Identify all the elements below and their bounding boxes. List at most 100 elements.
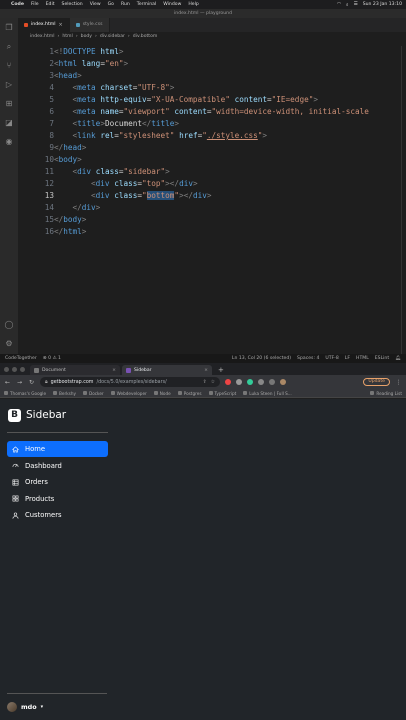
reload-icon[interactable]: ↻ [28, 379, 35, 386]
code-line[interactable]: 15 </body> [18, 214, 406, 226]
close-icon[interactable]: × [204, 368, 208, 373]
nav-item-products[interactable]: Products [7, 491, 108, 507]
menu-item-window[interactable]: Window [163, 2, 181, 7]
menu-item-terminal[interactable]: Terminal [137, 2, 156, 7]
remote-icon[interactable]: ◉ [5, 137, 14, 146]
bookmark-item[interactable]: Webdeveloper [110, 391, 147, 396]
menu-item-selection[interactable]: Selection [62, 2, 83, 7]
new-tab-button[interactable]: + [214, 365, 228, 375]
bookmark-item[interactable]: Luka Steen | Full S... [243, 391, 292, 396]
close-icon[interactable]: × [112, 368, 116, 373]
bookmark-item[interactable]: Thomas's Google [4, 391, 46, 396]
status-eslint[interactable]: ESLint [375, 356, 389, 361]
code-line[interactable]: 2 <html lang="en"> [18, 58, 406, 70]
extension-icon[interactable] [236, 379, 242, 385]
brand-link[interactable]: B Sidebar [8, 407, 108, 423]
menu-app-name[interactable]: Code [11, 2, 24, 7]
bookmark-star-icon[interactable]: ☆ [211, 380, 215, 385]
zoom-window-button[interactable] [20, 367, 25, 372]
settings-gear-icon[interactable]: ⚙ [5, 339, 14, 348]
nav-item-dashboard[interactable]: Dashboard [7, 458, 108, 474]
reading-list[interactable]: Reading List [370, 391, 402, 396]
kebab-menu-icon[interactable]: ⋮ [395, 379, 402, 386]
extensions-icon[interactable]: ⊞ [5, 99, 14, 108]
code-line[interactable]: 6 <meta name="viewport" content="width=d… [18, 106, 406, 118]
lock-icon[interactable]: 🔒︎ [45, 379, 48, 385]
menu-item-edit[interactable]: Edit [46, 2, 55, 7]
forward-arrow-icon[interactable]: → [16, 379, 23, 386]
share-icon[interactable]: ⇪ [203, 380, 207, 385]
code-line[interactable]: 7 <title>Document</title> [18, 118, 406, 130]
code-line[interactable]: 12 <div class="top"></div> [18, 178, 406, 190]
status-codetogether[interactable]: CodeTogether [5, 356, 37, 361]
explorer-icon[interactable]: ❐ [5, 23, 14, 32]
code-editor[interactable]: 1 <!DOCTYPE html> 2 <html lang="en"> 3 <hea… [18, 46, 406, 346]
code-line[interactable]: 5 <meta http-equiv="X-UA-Compatible" con… [18, 94, 406, 106]
run-debug-icon[interactable]: ▷ [5, 80, 14, 89]
breadcrumb-item[interactable]: div.sidebar [100, 32, 125, 41]
breadcrumb-item[interactable]: index.html [30, 32, 55, 41]
source-control-icon[interactable]: ⑂ [5, 61, 14, 70]
user-dropdown[interactable]: mdo ▾ [7, 702, 43, 712]
account-icon[interactable]: ◯ [5, 320, 14, 329]
bookmark-item[interactable]: Postgres [177, 391, 202, 396]
code-line[interactable]: 9 </head> [18, 142, 406, 154]
wifi-icon[interactable]: ◠ [337, 2, 341, 7]
tab-index-html[interactable]: index.html × [18, 18, 70, 32]
code-line[interactable]: 14 </div> [18, 202, 406, 214]
nav-item-orders[interactable]: Orders [7, 474, 108, 490]
status-problems[interactable]: ⊗ 0 ⚠ 1 [43, 356, 61, 361]
notifications-bell-icon[interactable]: 🔔︎ [395, 356, 401, 361]
bookmark-item[interactable]: TypeScript [208, 391, 236, 396]
menu-item-help[interactable]: Help [188, 2, 198, 7]
control-center-icon[interactable]: ☰ [354, 2, 358, 7]
breadcrumb-item[interactable]: body [81, 32, 92, 41]
extension-icon[interactable] [225, 379, 231, 385]
extension-icon[interactable] [258, 379, 264, 385]
bookmark-item[interactable]: Node [153, 391, 171, 396]
menu-item-go[interactable]: Go [108, 2, 114, 7]
code-line[interactable]: 10 <body> [18, 154, 406, 166]
code-line[interactable]: 4 <meta charset="UTF-8"> [18, 82, 406, 94]
puzzle-icon[interactable] [269, 379, 275, 385]
close-window-button[interactable] [4, 367, 9, 372]
code-line[interactable]: 8 <link rel="stylesheet" href="./style.c… [18, 130, 406, 142]
browser-tab-sidebar[interactable]: Sidebar × [122, 365, 212, 375]
nav-item-home[interactable]: Home [7, 441, 108, 457]
close-icon[interactable]: × [59, 18, 63, 32]
status-language[interactable]: HTML [356, 356, 369, 361]
code-line[interactable]: 1 <!DOCTYPE html> [18, 46, 406, 58]
status-eol[interactable]: LF [345, 356, 350, 361]
code-line[interactable]: 16 </html> [18, 226, 406, 238]
activity-bar: ❐ ⌕ ⑂ ▷ ⊞ ◪ ◉ ◯ ⚙ [0, 18, 18, 354]
nav-item-customers[interactable]: Customers [7, 507, 108, 523]
code-line[interactable]: 3 <head> [18, 70, 406, 82]
code-line[interactable]: 11 <div class="sidebar"> [18, 166, 406, 178]
code-line-active[interactable]: 13 <div class="bottom"></div> [18, 190, 406, 202]
browser-tab-document[interactable]: Document × [30, 365, 120, 375]
search-icon[interactable]: ⌕ [346, 2, 349, 8]
profile-avatar[interactable] [280, 379, 286, 385]
status-encoding[interactable]: UTF-8 [325, 356, 338, 361]
tab-style-css[interactable]: style.css [69, 18, 110, 32]
menu-datetime[interactable]: Sun 23 Jan 13:10 [363, 2, 402, 7]
menu-item-run[interactable]: Run [121, 2, 130, 7]
bookmark-item[interactable]: Berkshy [53, 391, 76, 396]
editor-scrollbar[interactable] [401, 46, 404, 356]
update-button[interactable]: Update [363, 378, 390, 386]
bookmark-item[interactable]: Docker [82, 391, 104, 396]
menu-item-file[interactable]: File [31, 2, 39, 7]
extension-icon[interactable] [247, 379, 253, 385]
menu-item-view[interactable]: View [90, 2, 101, 7]
grid-icon [12, 495, 19, 502]
search-icon[interactable]: ⌕ [5, 42, 14, 51]
breadcrumb-item[interactable]: html [62, 32, 72, 41]
breadcrumb-item[interactable]: div.bottom [133, 32, 158, 41]
status-cursor-position[interactable]: Ln 13, Col 20 (6 selected) [232, 356, 291, 361]
status-indent[interactable]: Spaces: 4 [297, 356, 319, 361]
address-bar[interactable]: 🔒︎ getbootstrap.com/docs/5.0/examples/si… [40, 377, 220, 387]
web-page: B Sidebar Home Dashboard Orders Products [0, 399, 406, 720]
docker-icon[interactable]: ◪ [5, 118, 14, 127]
back-arrow-icon[interactable]: ← [4, 379, 11, 386]
minimize-window-button[interactable] [12, 367, 17, 372]
